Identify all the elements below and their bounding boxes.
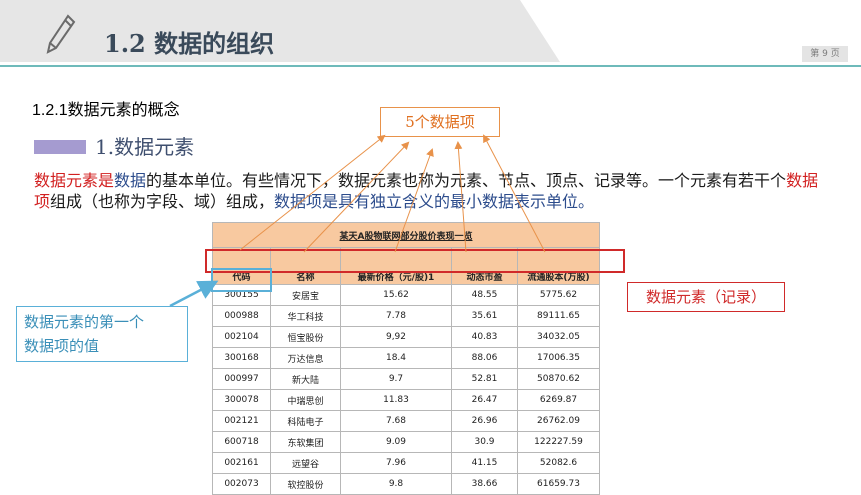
pencil-icon [46,14,76,54]
cell-pe: 35.61 [451,305,518,327]
first-item-callout-line2: 数据项的值 [24,337,100,355]
table-row: 000988 华工科技 7.78 35.61 89111.65 [212,305,600,327]
cell-price: 7.68 [340,410,452,432]
cell-name: 中瑞思创 [270,389,341,411]
cell-name: 软控股份 [270,473,341,495]
cell-code: 002073 [212,473,271,495]
cell-code: 000997 [212,368,271,390]
table-row: 002104 恒宝股份 9,92 40.83 34032.05 [212,326,600,348]
term-data: 数据 [114,171,147,190]
section-bar [34,140,86,154]
data-item-definition: 数据项是具有独立含义的最小数据表示单位。 [274,192,595,211]
subsection-heading: 1.2.1数据元素的概念 [32,102,180,119]
cell-pe: 26.47 [451,389,518,411]
cell-code: 600718 [212,431,271,453]
cell-name: 远望谷 [270,452,341,474]
cell-code: 300168 [212,347,271,369]
cell-pe: 88.06 [451,347,518,369]
cell-price: 15.62 [340,284,452,306]
table-row: 300168 万达信息 18.4 88.06 17006.35 [212,347,600,369]
first-item-callout: 数据元素的第一个 数据项的值 [16,306,188,362]
cell-code: 000988 [212,305,271,327]
para-text: 的基本单位。有些情况下，数据元素也称为元素、节点、顶点、记录等。一个元素有若干个 [146,171,787,190]
cell-shares: 26762.09 [517,410,600,432]
cell-price: 7.96 [340,452,452,474]
term-data-element: 数据元素 [34,171,99,190]
cell-price: 18.4 [340,347,452,369]
cell-name: 万达信息 [270,347,341,369]
first-item-callout-line1: 数据元素的第一个 [24,313,145,331]
cell-shares: 61659.73 [517,473,600,495]
cell-name: 科陆电子 [270,410,341,432]
cell-code: 002104 [212,326,271,348]
cell-shares: 34032.05 [517,326,600,348]
table-row: 002073 软控股份 9.8 38.66 61659.73 [212,473,600,495]
first-item-highlight-frame [211,268,272,292]
cell-code: 002161 [212,452,271,474]
cell-shares: 50870.62 [517,368,600,390]
arrow-first-item [169,280,219,308]
cell-pe: 48.55 [451,284,518,306]
cell-pe: 38.66 [451,473,518,495]
cell-code: 002121 [212,410,271,432]
cell-shares: 17006.35 [517,347,600,369]
cell-name: 安居宝 [270,284,341,306]
cell-name: 新大陆 [270,368,341,390]
para-text: 是 [98,171,115,190]
cell-name: 东软集团 [270,431,341,453]
cell-pe: 26.96 [451,410,518,432]
definition-paragraph: 数据元素是数据的基本单位。有些情况下，数据元素也称为元素、节点、顶点、记录等。一… [34,170,824,212]
cell-price: 9.7 [340,368,452,390]
table-row: 002161 远望谷 7.96 41.15 52082.6 [212,452,600,474]
page-title: 1.2 数据的组织 [104,29,275,58]
page-number: 第 9 页 [802,46,848,62]
table-row: 002121 科陆电子 7.68 26.96 26762.09 [212,410,600,432]
cell-name: 华工科技 [270,305,341,327]
table-row: 600718 东软集团 9.09 30.9 122227.59 [212,431,600,453]
section-title: 1.数据元素 [95,135,195,159]
cell-shares: 52082.6 [517,452,600,474]
cell-pe: 52.81 [451,368,518,390]
table-row: 000997 新大陆 9.7 52.81 50870.62 [212,368,600,390]
cell-pe: 30.9 [451,431,518,453]
data-items-callout: 5个数据项 [380,107,500,137]
cell-pe: 40.83 [451,326,518,348]
cell-code: 300078 [212,389,271,411]
cell-price: 9.8 [340,473,452,495]
cell-shares: 89111.65 [517,305,600,327]
table-title: 某天A股物联网部分股价表现一览 [212,222,600,248]
cell-shares: 122227.59 [517,431,600,453]
table-row: 300078 中瑞思创 11.83 26.47 6269.87 [212,389,600,411]
cell-pe: 41.15 [451,452,518,474]
cell-price: 9.09 [340,431,452,453]
data-element-callout: 数据元素（记录） [627,282,785,312]
para-text: 组成（也称为字段、域）组成， [50,192,275,211]
cell-price: 11.83 [340,389,452,411]
cell-price: 7.78 [340,305,452,327]
cell-shares: 6269.87 [517,389,600,411]
cell-price: 9,92 [340,326,452,348]
cell-name: 恒宝股份 [270,326,341,348]
cell-shares: 5775.62 [517,284,600,306]
